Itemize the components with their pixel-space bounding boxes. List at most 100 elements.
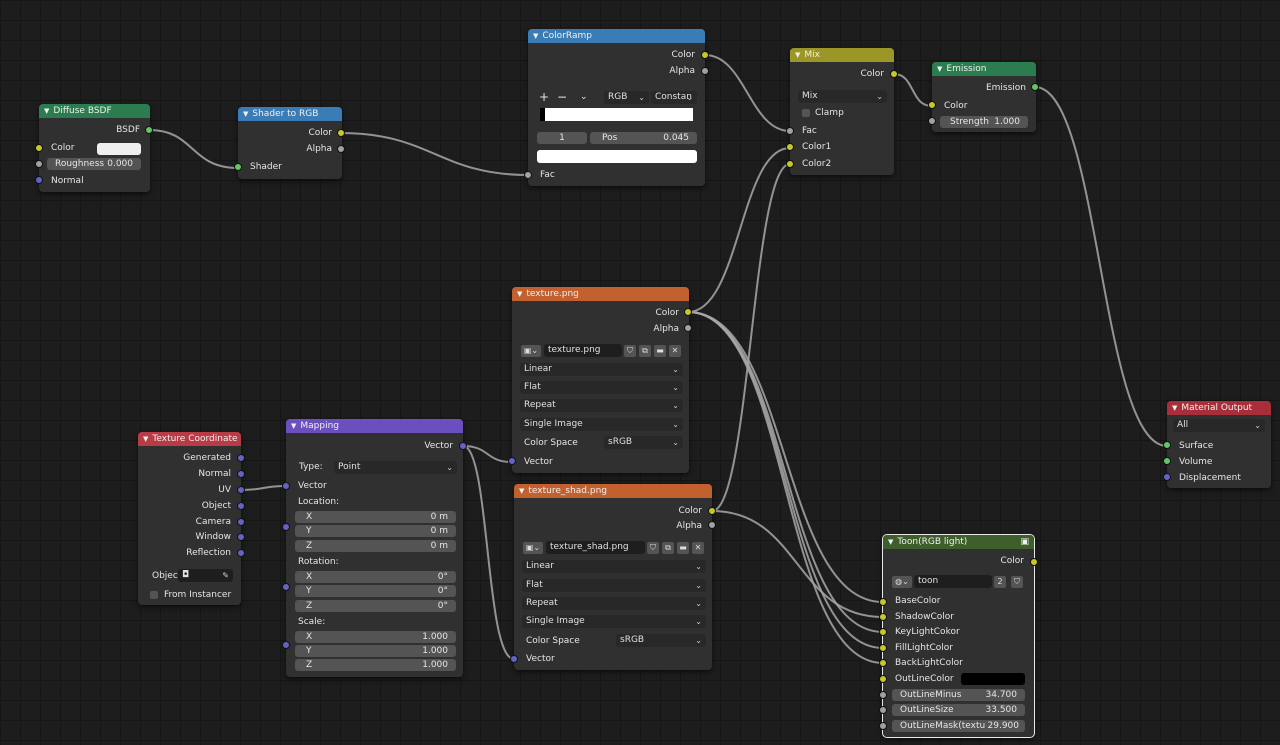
- node-header[interactable]: ▼ Mix: [790, 48, 894, 62]
- socket-mix-color2-in[interactable]: [786, 160, 794, 168]
- location-y-field[interactable]: Y 0 m: [295, 525, 456, 537]
- socket-mix-color-out[interactable]: [890, 70, 898, 78]
- collapse-icon[interactable]: ▼: [519, 487, 524, 495]
- socket-mapping-vector-in[interactable]: [282, 482, 290, 490]
- socket-texture-color-out[interactable]: [684, 308, 692, 316]
- socket-diffuse-roughness-in[interactable]: [35, 160, 43, 168]
- socket-emission-color-in[interactable]: [928, 101, 936, 109]
- collapse-icon[interactable]: ▼: [291, 422, 296, 430]
- strength-field[interactable]: Strength 1.000: [940, 116, 1028, 128]
- outline-color-swatch[interactable]: [961, 673, 1025, 685]
- socket-s2rgb-alpha-out[interactable]: [337, 145, 345, 153]
- socket-shad-color-out[interactable]: [708, 507, 716, 515]
- color-ramp-gradient[interactable]: [540, 108, 693, 121]
- socket-texture-alpha-out[interactable]: [684, 324, 692, 332]
- socket-texcoord-reflection-out[interactable]: [237, 549, 245, 557]
- node-header[interactable]: ▼ Mapping: [286, 419, 463, 433]
- socket-texcoord-window-out[interactable]: [237, 533, 245, 541]
- socket-shad-alpha-out[interactable]: [708, 521, 716, 529]
- image-name-field[interactable]: texture.png: [544, 344, 622, 357]
- projection-dropdown[interactable]: Flat ⌄: [520, 381, 683, 394]
- texture-image-node[interactable]: ▼ texture.png Color Alpha ▣⌄ texture.png …: [512, 287, 689, 473]
- socket-emission-strength-in[interactable]: [928, 117, 936, 125]
- collapse-icon[interactable]: ▼: [937, 65, 942, 73]
- remove-stop-button[interactable]: −: [557, 90, 567, 104]
- socket-texcoord-camera-out[interactable]: [237, 518, 245, 526]
- socket-s2rgb-color-out[interactable]: [337, 129, 345, 137]
- collapse-icon[interactable]: ▼: [143, 435, 148, 443]
- image-browse-icon[interactable]: ▣⌄: [521, 345, 541, 357]
- socket-ramp-fac-in[interactable]: [524, 171, 532, 179]
- outline-size-field[interactable]: OutLineSize 33.500: [892, 704, 1025, 716]
- color-space-dropdown[interactable]: sRGB ⌄: [616, 634, 706, 647]
- color-mode-dropdown[interactable]: RGB ⌄: [604, 91, 649, 104]
- socket-toon-color-out[interactable]: [1030, 558, 1038, 566]
- stop-index-field[interactable]: 1: [537, 132, 587, 144]
- socket-toon-keylight-in[interactable]: [879, 628, 887, 636]
- node-header[interactable]: ▼ Shader to RGB: [238, 107, 342, 121]
- collapse-icon[interactable]: ▼: [795, 51, 800, 59]
- group-edit-icon[interactable]: ▣: [1020, 535, 1029, 549]
- rotation-y-field[interactable]: Y 0°: [295, 585, 456, 597]
- users-count[interactable]: 2: [994, 576, 1006, 588]
- node-header[interactable]: ▼ Material Output: [1167, 401, 1271, 415]
- color-swatch[interactable]: [97, 143, 141, 155]
- collapse-icon[interactable]: ▼: [888, 538, 893, 546]
- interpolation-dropdown[interactable]: Linear ⌄: [522, 560, 706, 573]
- location-x-field[interactable]: X 0 m: [295, 511, 456, 523]
- socket-mix-fac-in[interactable]: [786, 127, 794, 135]
- image-browse-icon[interactable]: ▣⌄: [523, 542, 543, 554]
- folder-icon[interactable]: ▬: [677, 542, 689, 554]
- outline-mask-field[interactable]: OutLineMask(textur 29.900: [892, 720, 1025, 732]
- socket-mapping-location-in[interactable]: [282, 523, 290, 531]
- socket-output-volume-in[interactable]: [1163, 457, 1171, 465]
- socket-toon-basecolor-in[interactable]: [879, 598, 887, 606]
- socket-texcoord-generated-out[interactable]: [237, 454, 245, 462]
- color-space-dropdown[interactable]: sRGB ⌄: [604, 436, 683, 449]
- fake-user-icon[interactable]: ⛉: [647, 542, 659, 554]
- socket-toon-outlinecolor-in[interactable]: [879, 675, 887, 683]
- node-header[interactable]: ▼ Diffuse BSDF: [39, 104, 150, 118]
- socket-mapping-rotation-in[interactable]: [282, 583, 290, 591]
- socket-ramp-alpha-out[interactable]: [701, 67, 709, 75]
- roughness-field[interactable]: Roughness 0.000: [47, 158, 141, 170]
- scale-x-field[interactable]: X 1.000: [295, 631, 456, 643]
- collapse-icon[interactable]: ▼: [243, 110, 248, 118]
- scale-z-field[interactable]: Z 1.000: [295, 659, 456, 671]
- emission-node[interactable]: ▼ Emission Emission Color Strength 1.000: [932, 62, 1036, 132]
- interpolation-dropdown[interactable]: Linear ⌄: [520, 363, 683, 376]
- folder-icon[interactable]: ▬: [654, 345, 666, 357]
- scale-y-field[interactable]: Y 1.000: [295, 645, 456, 657]
- socket-toon-outlineminus-in[interactable]: [879, 691, 887, 699]
- interpolation-dropdown[interactable]: Constan ⌄: [651, 91, 697, 104]
- node-header[interactable]: ▼ Emission: [932, 62, 1036, 76]
- outline-minus-field[interactable]: OutLineMinus 34.700: [892, 689, 1025, 701]
- rotation-z-field[interactable]: Z 0°: [295, 600, 456, 612]
- diffuse-bsdf-node[interactable]: ▼ Diffuse BSDF BSDF Color Roughness 0.000 …: [39, 104, 150, 192]
- socket-s2rgb-shader-in[interactable]: [234, 163, 242, 171]
- image-name-field[interactable]: texture_shad.png: [546, 541, 645, 554]
- socket-diffuse-color-in[interactable]: [35, 144, 43, 152]
- node-header[interactable]: ▼ texture.png: [512, 287, 689, 301]
- fake-user-icon[interactable]: ⛉: [1011, 576, 1023, 588]
- socket-diffuse-bsdf-out[interactable]: [145, 126, 153, 134]
- colorramp-node[interactable]: ▼ ColorRamp Color Alpha + − ⌄ RGB ⌄ Consta…: [528, 29, 705, 186]
- node-tree-browse-icon[interactable]: ◍⌄: [892, 576, 912, 588]
- socket-mapping-vector-out[interactable]: [459, 442, 467, 450]
- socket-toon-outlinesize-in[interactable]: [879, 706, 887, 714]
- extension-dropdown[interactable]: Repeat ⌄: [522, 597, 706, 610]
- mapping-node[interactable]: ▼ Mapping Vector Type: Point ⌄ Vector Loca…: [286, 419, 463, 677]
- node-header[interactable]: ▼ ColorRamp: [528, 29, 705, 43]
- collapse-icon[interactable]: ▼: [533, 32, 538, 40]
- rotation-x-field[interactable]: X 0°: [295, 571, 456, 583]
- extension-dropdown[interactable]: Repeat ⌄: [520, 399, 683, 412]
- close-icon[interactable]: ✕: [669, 345, 681, 357]
- source-dropdown[interactable]: Single Image ⌄: [520, 418, 683, 431]
- source-dropdown[interactable]: Single Image ⌄: [522, 615, 706, 628]
- fake-user-icon[interactable]: ⛉: [624, 345, 636, 357]
- texture-shad-image-node[interactable]: ▼ texture_shad.png Color Alpha ▣⌄ texture…: [514, 484, 712, 670]
- collapse-icon[interactable]: ▼: [44, 107, 49, 115]
- collapse-icon[interactable]: ▼: [517, 290, 522, 298]
- socket-diffuse-normal-in[interactable]: [35, 176, 43, 184]
- projection-dropdown[interactable]: Flat ⌄: [522, 579, 706, 592]
